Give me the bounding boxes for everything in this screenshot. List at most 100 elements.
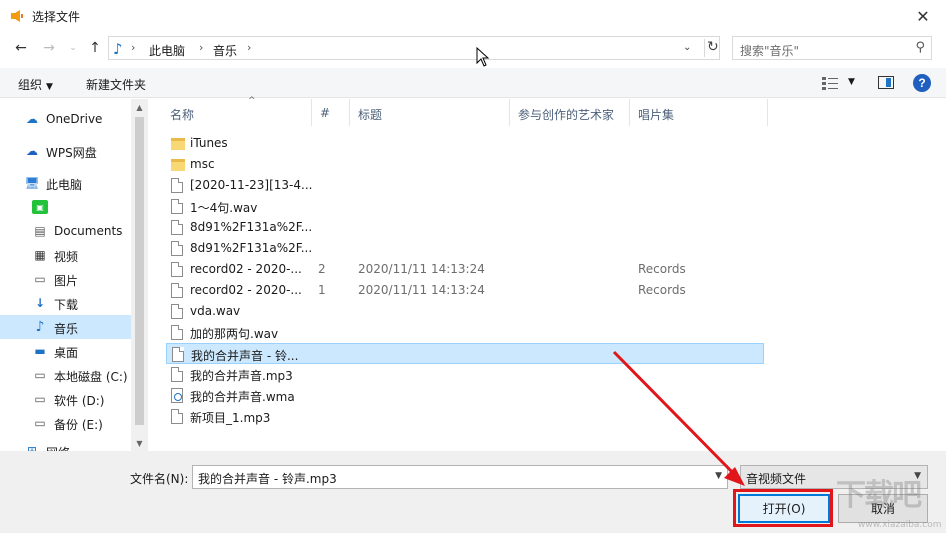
close-button[interactable]: ✕ bbox=[900, 0, 946, 32]
file-type-value: 音视频文件 bbox=[746, 472, 807, 486]
list-item[interactable]: iTunes bbox=[166, 133, 764, 154]
sort-ascending-icon: ^ bbox=[248, 96, 256, 106]
album-name: Records bbox=[638, 283, 686, 297]
list-item[interactable]: record02 - 2020-... 2 2020/11/11 14:13:2… bbox=[166, 259, 764, 280]
command-toolbar: 组织 ▼ 新建文件夹 ▼ ? bbox=[0, 68, 946, 98]
wps-cloud-icon: ☁ bbox=[26, 144, 38, 158]
list-item[interactable]: vda.wav bbox=[166, 301, 764, 322]
sidebar-item-desktop[interactable]: ▬ 桌面 bbox=[0, 339, 131, 363]
back-button[interactable]: ← bbox=[12, 39, 30, 57]
forward-button[interactable]: → bbox=[40, 39, 58, 57]
music-icon: ♪ bbox=[35, 319, 45, 335]
organize-label: 组织 bbox=[18, 78, 43, 92]
list-item-selected[interactable]: 我的合并声音 - 铃... bbox=[166, 343, 764, 364]
breadcrumb-this-pc[interactable]: 此电脑 bbox=[149, 42, 185, 59]
file-name: 新项目_1.mp3 bbox=[190, 411, 271, 425]
up-button[interactable]: ↑ bbox=[86, 39, 104, 57]
filename-field[interactable]: 我的合并声音 - 铃声.mp3 ▼ bbox=[192, 465, 728, 489]
chevron-down-icon[interactable]: ▼ bbox=[715, 471, 722, 481]
track-number: 1 bbox=[318, 283, 326, 297]
sidebar-item-wechat[interactable]: ▣ bbox=[0, 195, 131, 219]
file-icon bbox=[171, 241, 183, 256]
sidebar-item-documents[interactable]: ▤ Documents bbox=[0, 219, 131, 243]
search-input[interactable]: 搜索"音乐" ⚲ bbox=[732, 36, 932, 60]
sidebar-item-label: 本地磁盘 (C:) bbox=[54, 370, 128, 384]
sidebar-item-this-pc[interactable]: 🖥 此电脑 bbox=[0, 171, 131, 195]
address-bar[interactable]: ♪ › 此电脑 › 音乐 › ⌄ ↻ bbox=[108, 36, 720, 60]
sidebar-item-label: 软件 (D:) bbox=[54, 394, 105, 408]
column-header-artist[interactable]: 参与创作的艺术家 bbox=[510, 99, 630, 126]
file-icon bbox=[171, 199, 183, 214]
sidebar-item-drive-d[interactable]: ▭ 软件 (D:) bbox=[0, 387, 131, 411]
column-header-album[interactable]: 唱片集 bbox=[630, 99, 768, 126]
preview-pane-icon[interactable] bbox=[878, 76, 894, 89]
file-name: 我的合并声音.mp3 bbox=[190, 369, 293, 383]
file-name: iTunes bbox=[190, 136, 228, 150]
sidebar-item-downloads[interactable]: ↓ 下载 bbox=[0, 291, 131, 315]
sidebar-item-pictures[interactable]: ▭ 图片 bbox=[0, 267, 131, 291]
help-icon[interactable]: ? bbox=[913, 74, 931, 92]
file-icon bbox=[171, 178, 183, 193]
column-label: 标题 bbox=[358, 108, 383, 122]
column-label: 唱片集 bbox=[638, 108, 675, 122]
list-item[interactable]: 加的那两句.wav bbox=[166, 322, 764, 343]
view-options-icon[interactable] bbox=[822, 76, 838, 90]
organize-button[interactable]: 组织 ▼ bbox=[18, 76, 53, 93]
sidebar-item-wps[interactable]: ☁ WPS网盘 bbox=[0, 139, 131, 163]
refresh-icon[interactable]: ↻ bbox=[704, 39, 719, 57]
list-item[interactable]: [2020-11-23][13-4... bbox=[166, 175, 764, 196]
list-item[interactable]: 1～4句.wav bbox=[166, 196, 764, 217]
scroll-up-icon[interactable]: ▲ bbox=[131, 99, 148, 115]
column-header-name[interactable]: ^ 名称 bbox=[162, 96, 312, 126]
list-item[interactable]: 8d91%2F131a%2F... bbox=[166, 217, 764, 238]
file-icon bbox=[171, 220, 183, 235]
list-item[interactable]: 新项目_1.mp3 bbox=[166, 406, 764, 427]
column-header-title[interactable]: 标题 bbox=[350, 99, 510, 126]
video-icon: ▦ bbox=[34, 248, 46, 262]
sidebar-item-label: 视频 bbox=[54, 250, 79, 264]
drive-icon: ▭ bbox=[34, 368, 46, 382]
arrow-left-icon: ← bbox=[15, 40, 27, 56]
download-icon: ↓ bbox=[34, 296, 46, 310]
sidebar-item-network[interactable]: ⊞ 网络 bbox=[0, 439, 131, 451]
sidebar-item-drive-e[interactable]: ▭ 备份 (E:) bbox=[0, 411, 131, 435]
new-folder-button[interactable]: 新建文件夹 bbox=[86, 76, 146, 93]
list-item[interactable]: msc bbox=[166, 154, 764, 175]
file-name: msc bbox=[190, 157, 215, 171]
chevron-right-icon: › bbox=[199, 41, 204, 54]
cloud-icon: ☁ bbox=[26, 112, 38, 126]
sidebar-item-onedrive[interactable]: ☁ OneDrive bbox=[0, 107, 131, 131]
arrow-right-icon: → bbox=[43, 40, 55, 56]
sidebar-scroll-thumb[interactable] bbox=[135, 117, 144, 425]
file-icon bbox=[171, 325, 183, 340]
list-item[interactable]: record02 - 2020-... 1 2020/11/11 14:13:2… bbox=[166, 280, 764, 301]
list-item[interactable]: 8d91%2F131a%2F... bbox=[166, 238, 764, 259]
file-name: 加的那两句.wav bbox=[190, 327, 279, 341]
arrow-up-icon: ↑ bbox=[89, 40, 101, 56]
scroll-down-icon[interactable]: ▼ bbox=[131, 435, 148, 451]
recent-locations-button[interactable]: ⌄ bbox=[64, 39, 82, 57]
sidebar-item-label: 备份 (E:) bbox=[54, 418, 103, 432]
documents-icon: ▤ bbox=[34, 224, 46, 238]
sidebar-item-music[interactable]: ♪ 音乐 bbox=[0, 315, 131, 339]
list-item[interactable]: 我的合并声音.mp3 bbox=[166, 364, 764, 385]
list-item[interactable]: 我的合并声音.wma bbox=[166, 385, 764, 406]
drive-icon: ▭ bbox=[34, 392, 46, 406]
breadcrumb-music[interactable]: 音乐 bbox=[213, 42, 237, 59]
sidebar-item-videos[interactable]: ▦ 视频 bbox=[0, 243, 131, 267]
caret-down-icon[interactable]: ▼ bbox=[848, 77, 855, 87]
address-dropdown-icon[interactable]: ⌄ bbox=[683, 42, 691, 53]
file-name: 1～4句.wav bbox=[190, 201, 258, 215]
sidebar-item-drive-c[interactable]: ▭ 本地磁盘 (C:) bbox=[0, 363, 131, 387]
picture-icon: ▭ bbox=[34, 272, 46, 286]
file-icon bbox=[171, 409, 183, 424]
file-icon bbox=[171, 304, 183, 319]
track-title: 2020/11/11 14:13:24 bbox=[358, 262, 485, 276]
network-icon: ⊞ bbox=[26, 444, 38, 451]
close-icon: ✕ bbox=[916, 6, 930, 26]
column-header-number[interactable]: # bbox=[312, 99, 350, 126]
sidebar-item-label: 桌面 bbox=[54, 346, 79, 360]
navigation-bar: ← → ⌄ ↑ ♪ › 此电脑 › 音乐 › ⌄ ↻ 搜索"音乐" ⚲ bbox=[0, 32, 946, 64]
mouse-cursor-icon bbox=[476, 47, 490, 67]
column-label: # bbox=[320, 106, 331, 120]
